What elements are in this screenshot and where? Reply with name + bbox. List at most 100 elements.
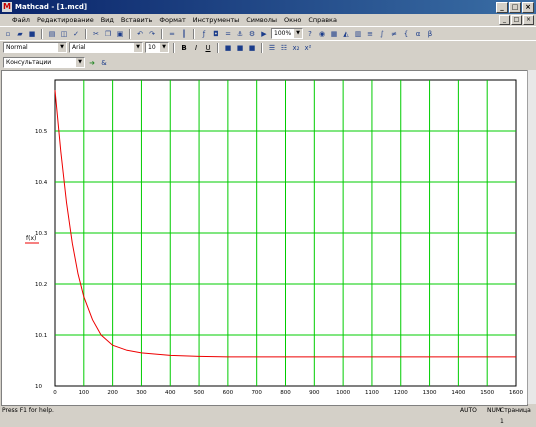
subscript-icon[interactable]: x₂ [291,43,301,53]
menu-view[interactable]: Вид [101,16,114,24]
y-tick-label: 10 [35,384,42,390]
toolbar-separator [173,42,175,53]
vertical-scrollbar[interactable] [527,70,536,404]
status-bar: Press F1 for help. AUTO NUM Страница 1 [0,405,536,425]
paste-icon[interactable]: ▣ [115,29,125,39]
x-tick-label: 0 [53,390,57,396]
insert-unit-icon[interactable]: ◘ [211,29,221,39]
xy-plot[interactable]: 0 100 200 300 400 500 600 700 800 900 1000 1100 1200… [2,71,527,405]
resources-select[interactable]: Консультации ▼ [3,57,85,68]
menu-symbolics[interactable]: Символы [246,16,277,24]
mathcad-app-icon[interactable]: M [2,2,12,12]
evaluation-toolbar-icon[interactable]: ≡ [365,29,375,39]
menu-edit[interactable]: Редактирование [37,16,94,24]
run-icon[interactable]: ▶ [259,29,269,39]
x-tick-label: 1600 [509,390,523,396]
underline-button[interactable]: U [203,43,213,53]
new-icon[interactable]: ▫ [3,29,13,39]
save-icon[interactable]: ■ [27,29,37,39]
x-tick-label: 1200 [394,390,408,396]
font-size-select[interactable]: 10 ▼ [145,42,169,53]
redo-icon[interactable]: ↷ [147,29,157,39]
toolbar-separator [217,42,219,53]
symbolic-toolbar-icon[interactable]: β [425,29,435,39]
web-icon[interactable]: & [99,58,109,68]
x-tick-label: 1400 [451,390,465,396]
menu-window[interactable]: Окно [284,16,301,24]
align-left-icon[interactable]: ■ [223,43,233,53]
help-icon[interactable]: ? [305,29,315,39]
toolbar-separator [85,28,87,39]
greek-toolbar-icon[interactable]: α [413,29,423,39]
status-page: Страница 1 [500,407,531,425]
superscript-icon[interactable]: x² [303,43,313,53]
numbering-icon[interactable]: ☷ [279,43,289,53]
close-button[interactable]: × [522,2,534,13]
chevron-down-icon[interactable]: ▼ [76,58,84,67]
doc-close-button[interactable]: × [523,15,534,25]
toolbar-separator [41,28,43,39]
status-mode: AUTO [460,407,477,414]
menu-file[interactable]: Файл [12,16,30,24]
print-preview-icon[interactable]: ◫ [59,29,69,39]
align-across-icon[interactable]: ═ [167,29,177,39]
status-hint: Press F1 for help. [2,407,54,414]
calculator-toolbar-icon[interactable]: ▦ [329,29,339,39]
toolbar-separator [193,28,195,39]
calculus-toolbar-icon[interactable]: ∫ [377,29,387,39]
matrix-toolbar-icon[interactable]: ▥ [353,29,363,39]
bullets-icon[interactable]: ☰ [267,43,277,53]
legend-label: f(x) [26,235,36,242]
chevron-down-icon[interactable]: ▼ [160,43,168,52]
maximize-button[interactable]: □ [509,2,521,13]
insert-hyperlink-icon[interactable]: ⚓ [235,29,245,39]
menu-tools[interactable]: Инструменты [193,16,240,24]
x-tick-label: 100 [79,390,90,396]
title-bar: M Mathcad - [1.mcd] _ □ × [0,0,536,14]
menu-help[interactable]: Справка [308,16,337,24]
align-down-icon[interactable]: ║ [179,29,189,39]
print-icon[interactable]: ▤ [47,29,57,39]
menu-insert[interactable]: Вставить [121,16,152,24]
chevron-down-icon[interactable]: ▼ [134,43,142,52]
toolbar-separator [129,28,131,39]
minimize-button[interactable]: _ [496,2,508,13]
component-wizard-icon[interactable]: ⚙ [247,29,257,39]
style-select[interactable]: Normal ▼ [3,42,67,53]
style-value: Normal [6,44,28,51]
align-right-icon[interactable]: ■ [247,43,257,53]
copy-icon[interactable]: ❐ [103,29,113,39]
go-icon[interactable]: ➜ [87,58,97,68]
worksheet[interactable]: 0 100 200 300 400 500 600 700 800 900 1000 1100 1200… [1,70,528,406]
cut-icon[interactable]: ✂ [91,29,101,39]
open-icon[interactable]: ▰ [15,29,25,39]
doc-restore-button[interactable]: □ [511,15,522,25]
x-tick-label: 1100 [365,390,379,396]
spellcheck-icon[interactable]: ✓ [71,29,81,39]
x-tick-label: 500 [194,390,205,396]
resources-toolbar: Консультации ▼ ➜ & [0,56,536,69]
chevron-down-icon[interactable]: ▼ [294,29,302,38]
doc-minimize-button[interactable]: _ [499,15,510,25]
chevron-down-icon[interactable]: ▼ [58,43,66,52]
x-tick-label: 1500 [480,390,494,396]
resource-center-icon[interactable]: ◉ [317,29,327,39]
align-center-icon[interactable]: ■ [235,43,245,53]
menu-format[interactable]: Формат [159,16,185,24]
x-tick-label: 700 [251,390,262,396]
x-tick-label: 900 [309,390,320,396]
calculate-icon[interactable]: = [223,29,233,39]
y-tick-label: 10.5 [35,129,48,135]
boolean-toolbar-icon[interactable]: ≠ [389,29,399,39]
font-select[interactable]: Arial ▼ [69,42,143,53]
x-tick-label: 600 [223,390,234,396]
italic-button[interactable]: I [191,43,201,53]
resources-value: Консультации [6,59,52,66]
undo-icon[interactable]: ↶ [135,29,145,39]
status-num: NUM [487,407,502,414]
graph-toolbar-icon[interactable]: ◭ [341,29,351,39]
insert-function-icon[interactable]: ƒ [199,29,209,39]
bold-button[interactable]: B [179,43,189,53]
programming-toolbar-icon[interactable]: { [401,29,411,39]
zoom-select[interactable]: 100% ▼ [271,28,303,39]
